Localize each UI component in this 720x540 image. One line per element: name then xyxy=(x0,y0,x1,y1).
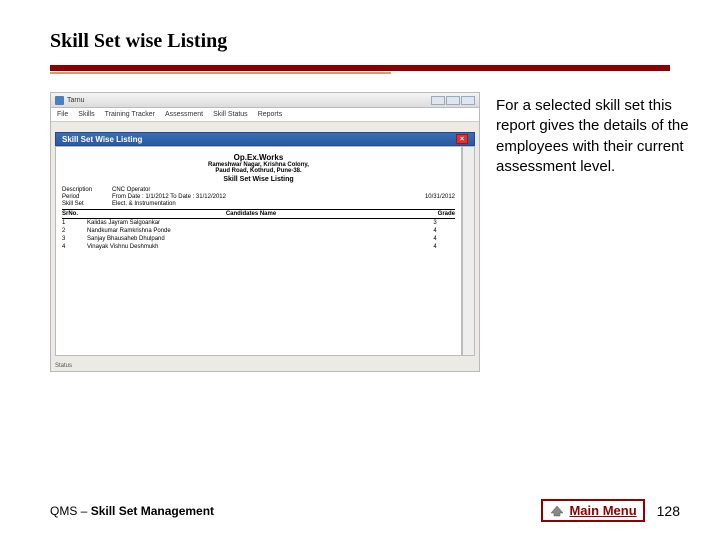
embedded-screenshot: Tarnu File Skills Training Tracker Asses… xyxy=(50,92,480,372)
slide: Skill Set wise Listing Tarnu File Skills… xyxy=(0,0,720,540)
child-close-button[interactable]: × xyxy=(456,134,468,144)
meta-label: Description xyxy=(62,187,112,193)
meta-value: From Date : 1/1/2012 To Date : 31/12/201… xyxy=(112,194,226,200)
menu-item[interactable]: Reports xyxy=(258,111,283,118)
report-viewer: Op.Ex.Works Rameshwar Nagar, Krishna Col… xyxy=(55,146,475,356)
menu-bar: File Skills Training Tracker Assessment … xyxy=(51,108,479,122)
menu-item[interactable]: Skill Status xyxy=(213,111,248,118)
report-date: 10/31/2012 xyxy=(425,194,455,200)
window-buttons xyxy=(431,96,475,105)
description-text: For a selected skill set this report giv… xyxy=(496,92,690,177)
status-bar: Status xyxy=(51,363,479,371)
main-menu-label: Main Menu xyxy=(569,503,636,518)
window-titlebar: Tarnu xyxy=(51,93,479,108)
cell-sr: 3 xyxy=(62,236,87,242)
meta-row: Period From Date : 1/1/2012 To Date : 31… xyxy=(62,194,455,200)
company-name: Op.Ex.Works xyxy=(62,153,455,162)
footer-prefix: QMS – xyxy=(50,504,91,518)
menu-item[interactable]: File xyxy=(57,111,68,118)
page-title: Skill Set wise Listing xyxy=(50,30,670,53)
meta-label: Period xyxy=(62,194,112,200)
meta-label: Skill Set xyxy=(62,201,112,207)
meta-value: CNC Operator xyxy=(112,187,150,193)
cell-name: Vinayak Vishnu Deshmukh xyxy=(87,244,415,250)
col-sr: SrNo. xyxy=(62,211,87,217)
report-page: Op.Ex.Works Rameshwar Nagar, Krishna Col… xyxy=(55,146,462,356)
vertical-scrollbar[interactable] xyxy=(462,146,475,356)
cell-name: Sanjay Bhausaheb Dhulpand xyxy=(87,236,415,242)
meta-value: Elect. & Instrumentation xyxy=(112,201,176,207)
footer-text: QMS – Skill Set Management xyxy=(50,504,214,518)
col-name: Candidates Name xyxy=(87,211,415,217)
app-icon xyxy=(55,96,64,105)
arrow-up-icon xyxy=(549,505,565,517)
meta-row: Description CNC Operator xyxy=(62,187,455,193)
cell-sr: 4 xyxy=(62,244,87,250)
table-row: 4 Vinayak Vishnu Deshmukh 4 xyxy=(62,243,455,251)
col-grade: Grade xyxy=(415,211,455,217)
footer: QMS – Skill Set Management Main Menu 128 xyxy=(50,499,680,522)
cell-grade: 3 xyxy=(415,220,455,226)
title-area: Skill Set wise Listing xyxy=(0,0,720,59)
main-menu-button[interactable]: Main Menu xyxy=(541,499,644,522)
meta-row: Skill Set Elect. & Instrumentation xyxy=(62,201,455,207)
menu-item[interactable]: Skills xyxy=(78,111,94,118)
close-button[interactable] xyxy=(461,96,475,105)
cell-sr: 1 xyxy=(62,220,87,226)
table-row: 3 Sanjay Bhausaheb Dhulpand 4 xyxy=(62,235,455,243)
minimize-button[interactable] xyxy=(431,96,445,105)
table-row: 1 Kalidas Jayram Salgoankar 3 xyxy=(62,219,455,227)
cell-name: Kalidas Jayram Salgoankar xyxy=(87,220,415,226)
cell-grade: 4 xyxy=(415,244,455,250)
footer-strong: Skill Set Management xyxy=(91,504,214,518)
page-number: 128 xyxy=(657,503,680,519)
cell-grade: 4 xyxy=(415,228,455,234)
cell-grade: 4 xyxy=(415,236,455,242)
content-row: Tarnu File Skills Training Tracker Asses… xyxy=(0,84,720,372)
table-row: 2 Nandkumar Ramkrishna Ponde 4 xyxy=(62,227,455,235)
cell-sr: 2 xyxy=(62,228,87,234)
menu-item[interactable]: Training Tracker xyxy=(105,111,155,118)
address-line: Paud Road, Kothrud, Pune-38. xyxy=(62,168,455,174)
menu-item[interactable]: Assessment xyxy=(165,111,203,118)
title-underline xyxy=(50,65,670,74)
table-header: SrNo. Candidates Name Grade xyxy=(62,209,455,219)
child-window-title: Skill Set Wise Listing xyxy=(62,135,142,144)
maximize-button[interactable] xyxy=(446,96,460,105)
report-title: Skill Set Wise Listing xyxy=(62,176,455,183)
window-title: Tarnu xyxy=(67,97,85,104)
child-window-titlebar: Skill Set Wise Listing × xyxy=(55,132,475,146)
cell-name: Nandkumar Ramkrishna Ponde xyxy=(87,228,415,234)
